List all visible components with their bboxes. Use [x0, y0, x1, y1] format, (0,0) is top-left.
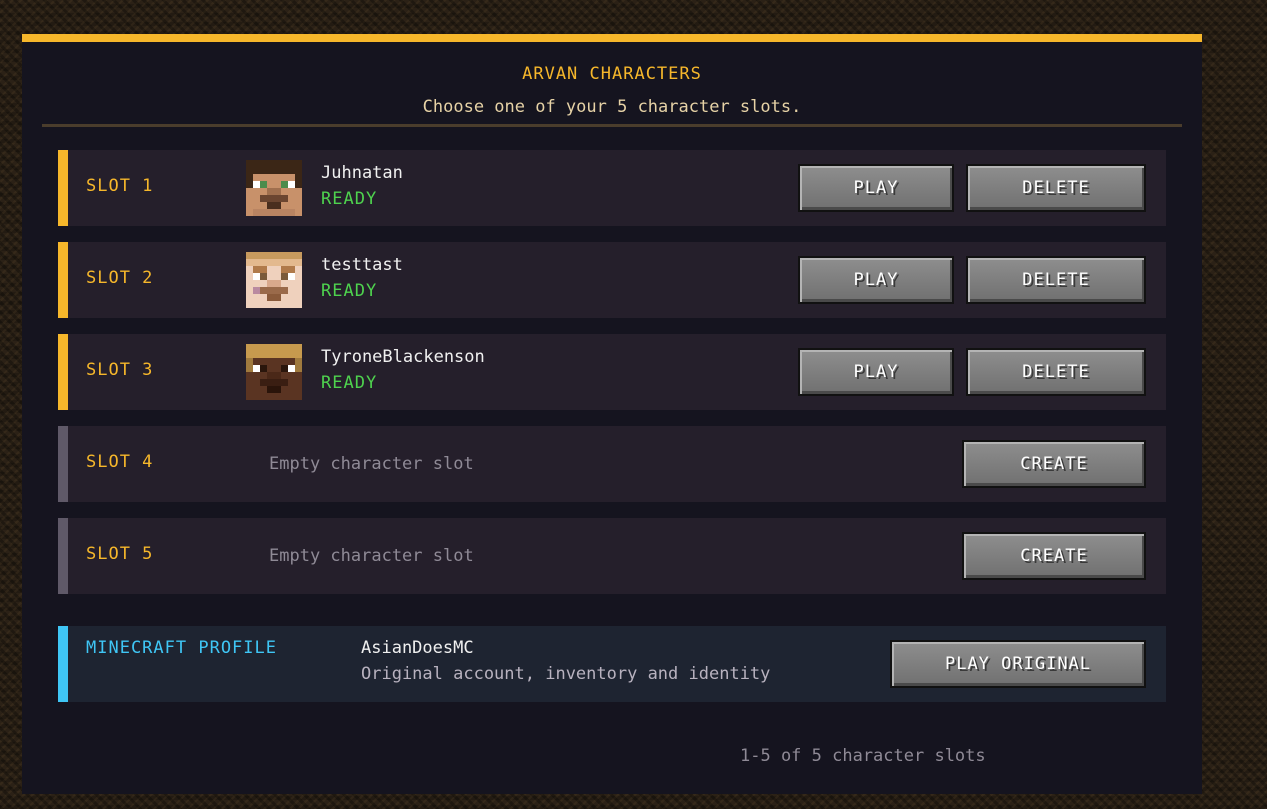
character-slot-5: SLOT 5 Empty character slot CREATE [58, 518, 1166, 594]
page-subtitle: Choose one of your 5 character slots. [422, 97, 802, 117]
profile-name: AsianDoesMC [361, 638, 474, 658]
delete-button-slot-1[interactable]: DELETE [966, 164, 1146, 212]
profile-description: Original account, inventory and identity [361, 664, 771, 684]
character-slot-4: SLOT 4 Empty character slot CREATE [58, 426, 1166, 502]
character-name: Juhnatan [321, 163, 403, 183]
header-divider [42, 124, 1182, 127]
slot-label: SLOT 1 [86, 176, 154, 196]
character-select-panel: ARVAN CHARACTERS Choose one of your 5 ch… [22, 34, 1202, 794]
play-button-slot-2[interactable]: PLAY [798, 256, 954, 304]
create-button-slot-5[interactable]: CREATE [962, 532, 1146, 580]
character-status: READY [321, 373, 378, 393]
slot-label: SLOT 2 [86, 268, 154, 288]
character-slot-3: SLOT 3 TyroneBlackenson READY PLAY DELET… [58, 334, 1166, 410]
play-button-slot-1[interactable]: PLAY [798, 164, 954, 212]
slot-label: SLOT 4 [86, 452, 154, 472]
character-slot-2: SLOT 2 testtast READY PLAY DELETE [58, 242, 1166, 318]
slot-label: SLOT 5 [86, 544, 154, 564]
character-status: READY [321, 281, 378, 301]
empty-slot-text: Empty character slot [269, 454, 474, 474]
empty-slot-text: Empty character slot [269, 546, 474, 566]
character-status: READY [321, 189, 378, 209]
slot-label: SLOT 3 [86, 360, 154, 380]
page-title: ARVAN CHARACTERS [522, 64, 702, 84]
play-button-slot-3[interactable]: PLAY [798, 348, 954, 396]
character-name: testtast [321, 255, 403, 275]
character-avatar-tyroneblackenson [246, 344, 302, 400]
delete-button-slot-3[interactable]: DELETE [966, 348, 1146, 396]
create-button-slot-4[interactable]: CREATE [962, 440, 1146, 488]
delete-button-slot-2[interactable]: DELETE [966, 256, 1146, 304]
minecraft-profile-row: MINECRAFT PROFILE AsianDoesMC Original a… [58, 626, 1166, 702]
profile-label: MINECRAFT PROFILE [86, 638, 277, 658]
slot-count-text: 1-5 of 5 character slots [740, 746, 986, 766]
character-name: TyroneBlackenson [321, 347, 485, 367]
character-slot-1: SLOT 1 Juhnatan READY PLAY DELETE [58, 150, 1166, 226]
play-original-button[interactable]: PLAY ORIGINAL [890, 640, 1146, 688]
character-avatar-testtast [246, 252, 302, 308]
character-avatar-juhnatan [246, 160, 302, 216]
